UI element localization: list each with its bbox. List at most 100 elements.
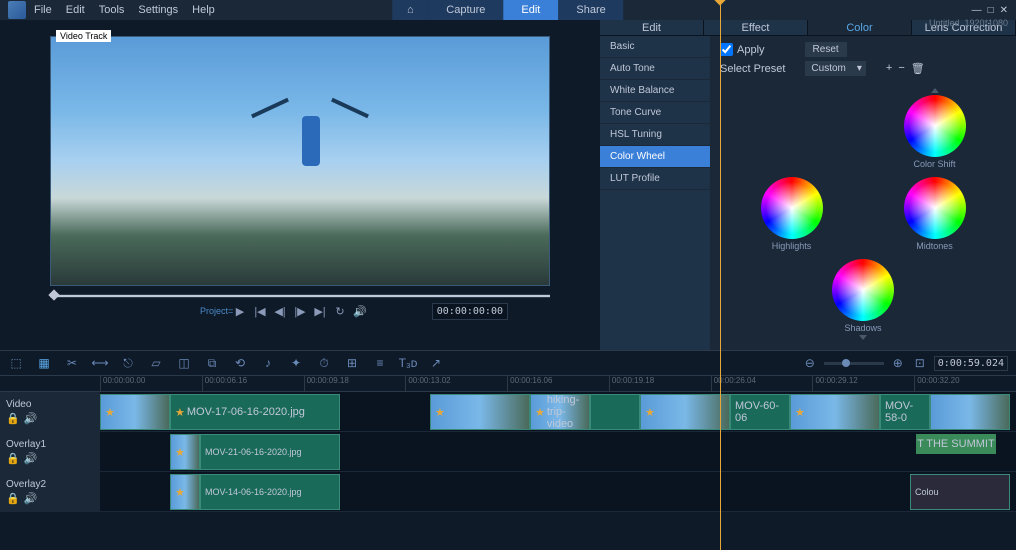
- project-title-info: Untitled, 1920*1080: [929, 18, 1008, 28]
- preset-dropdown[interactable]: Custom: [805, 61, 865, 76]
- step-fwd-button[interactable]: |▶: [293, 304, 307, 318]
- tab-share[interactable]: Share: [558, 0, 623, 20]
- overlay1-track: Overlay1 🔒 🔊 ★ MOV-21-06-16-2020.jpg T TH…: [0, 432, 1016, 472]
- grid-icon[interactable]: ⊞: [344, 355, 360, 371]
- colorshift-wheel[interactable]: [904, 95, 966, 157]
- tab-edit[interactable]: Edit: [503, 0, 558, 20]
- delete-preset-icon[interactable]: 🗑: [911, 62, 925, 75]
- trim-icon[interactable]: ⟷: [92, 355, 108, 371]
- menu-file[interactable]: File: [34, 4, 52, 16]
- clip-mov21[interactable]: MOV-21-06-16-2020.jpg: [200, 434, 340, 470]
- app-logo-icon: [8, 1, 26, 19]
- split-icon[interactable]: ⎋: [120, 355, 136, 371]
- crop-icon[interactable]: ◫: [176, 355, 192, 371]
- tab-capture[interactable]: Capture: [428, 0, 503, 20]
- scrub-bar[interactable]: [50, 294, 550, 298]
- menu-settings[interactable]: Settings: [138, 4, 178, 16]
- menu-tools[interactable]: Tools: [99, 4, 125, 16]
- loop-button[interactable]: ↻: [333, 304, 347, 318]
- prev-frame-button[interactable]: |◀: [253, 304, 267, 318]
- main-menu: File Edit Tools Settings Help: [34, 4, 215, 16]
- reset-button[interactable]: Reset: [805, 42, 847, 57]
- mute-icon[interactable]: 🔊: [24, 452, 38, 465]
- clip-mov17[interactable]: ★MOV-17-06-16-2020.jpg: [170, 394, 340, 430]
- arrow-down-icon[interactable]: [859, 335, 867, 340]
- overlay2-track: Overlay2 🔒🔊 ★ MOV-14-06-16-2020.jpg Colo…: [0, 472, 1016, 512]
- video-preview[interactable]: [50, 36, 550, 286]
- apply-checkbox[interactable]: Apply: [720, 43, 765, 56]
- sidebar-hsl[interactable]: HSL Tuning: [600, 124, 710, 146]
- title-summit[interactable]: T THE SUMMIT: [916, 434, 996, 454]
- midtones-wheel[interactable]: [904, 177, 966, 239]
- fit-icon[interactable]: ⊡: [912, 355, 928, 371]
- zoom-slider[interactable]: [824, 362, 884, 365]
- fx-icon[interactable]: ✦: [288, 355, 304, 371]
- lock-icon[interactable]: 🔒: [6, 452, 20, 465]
- track-icon[interactable]: ≡: [372, 355, 388, 371]
- audio-icon[interactable]: ♪: [260, 355, 276, 371]
- zoom-out-icon[interactable]: ⊖: [802, 355, 818, 371]
- playhead[interactable]: [720, 376, 721, 550]
- tab-home[interactable]: ⌂: [392, 0, 428, 20]
- export-icon[interactable]: ↗: [428, 355, 444, 371]
- lock-icon[interactable]: 🔒: [6, 492, 20, 505]
- clip-mov60[interactable]: MOV-60-06: [730, 394, 790, 430]
- prop-tab-edit[interactable]: Edit: [600, 20, 704, 35]
- clip-thumb3[interactable]: ★hiking-trip-video: [530, 394, 590, 430]
- menu-edit[interactable]: Edit: [66, 4, 85, 16]
- sidebar-colorwheel[interactable]: Color Wheel: [600, 146, 710, 168]
- close-icon[interactable]: ✕: [1000, 5, 1008, 16]
- remove-preset-icon[interactable]: −: [898, 62, 904, 75]
- clip-thumb4[interactable]: ★: [640, 394, 730, 430]
- menu-help[interactable]: Help: [192, 4, 215, 16]
- clip-thumb2[interactable]: ★: [430, 394, 530, 430]
- clip-thumb-ov1[interactable]: ★: [170, 434, 200, 470]
- sidebar-autotone[interactable]: Auto Tone: [600, 58, 710, 80]
- motion-icon[interactable]: ⟲: [232, 355, 248, 371]
- highlights-label: Highlights: [772, 241, 812, 251]
- clip-gap[interactable]: [590, 394, 640, 430]
- lock-icon[interactable]: 🔒: [6, 412, 20, 425]
- clip-thumb-ov2[interactable]: ★: [170, 474, 200, 510]
- sidebar-lut[interactable]: LUT Profile: [600, 168, 710, 190]
- record-icon[interactable]: ⬚: [8, 355, 24, 371]
- color-wheel-panel: Apply Reset Select Preset Custom + − 🗑: [710, 36, 1016, 350]
- timeline-timecode: 0:00:59.024: [934, 356, 1008, 371]
- overlay1-label: Overlay1: [6, 439, 94, 450]
- prop-tab-color[interactable]: Color: [808, 20, 912, 35]
- clip-mov14[interactable]: MOV-14-06-16-2020.jpg: [200, 474, 340, 510]
- volume-button[interactable]: 🔊: [353, 304, 367, 318]
- mute-icon[interactable]: 🔊: [24, 492, 38, 505]
- clip-colour[interactable]: Colou: [910, 474, 1010, 510]
- zoom-in-icon[interactable]: ⊕: [890, 355, 906, 371]
- clip-mov58[interactable]: MOV-58-0: [880, 394, 930, 430]
- sidebar-whitebalance[interactable]: White Balance: [600, 80, 710, 102]
- arrow-up-icon[interactable]: [931, 88, 939, 93]
- next-frame-button[interactable]: ▶|: [313, 304, 327, 318]
- cut-icon[interactable]: ✂: [64, 355, 80, 371]
- 3d-icon[interactable]: T₃ᴅ: [400, 355, 416, 371]
- sidebar-basic[interactable]: Basic: [600, 36, 710, 58]
- midtones-label: Midtones: [916, 241, 953, 251]
- transition-icon[interactable]: ⧉: [204, 355, 220, 371]
- add-preset-icon[interactable]: +: [886, 62, 892, 75]
- preview-pane: Video Track Project= ▶ |◀ ◀| |▶ ▶| ↻ 🔊 0…: [0, 20, 600, 350]
- maximize-icon[interactable]: □: [988, 5, 994, 16]
- time-ruler[interactable]: 00:00:00.00 00:00:06.16 00:00:09.18 00:0…: [0, 376, 1016, 392]
- clip-thumb5[interactable]: ★: [790, 394, 880, 430]
- top-menubar: File Edit Tools Settings Help ⌂ Capture …: [0, 0, 1016, 20]
- sidebar-tonecurve[interactable]: Tone Curve: [600, 102, 710, 124]
- mode-tabs: ⌂ Capture Edit Share: [392, 0, 623, 20]
- shadows-wheel[interactable]: [832, 259, 894, 321]
- play-button[interactable]: ▶: [233, 304, 247, 318]
- minimize-icon[interactable]: —: [972, 5, 982, 16]
- highlights-wheel[interactable]: [761, 177, 823, 239]
- mute-icon[interactable]: 🔊: [24, 412, 38, 425]
- clip-thumb[interactable]: ★: [100, 394, 170, 430]
- marker-icon[interactable]: ▱: [148, 355, 164, 371]
- speed-icon[interactable]: ⏱: [316, 355, 332, 371]
- step-back-button[interactable]: ◀|: [273, 304, 287, 318]
- timeline-toolbar: ⬚ ▦ ✂ ⟷ ⎋ ▱ ◫ ⧉ ⟲ ♪ ✦ ⏱ ⊞ ≡ T₃ᴅ ↗ ⊖ ⊕ ⊡ …: [0, 350, 1016, 376]
- storyboard-icon[interactable]: ▦: [36, 355, 52, 371]
- clip-thumb6[interactable]: [930, 394, 1010, 430]
